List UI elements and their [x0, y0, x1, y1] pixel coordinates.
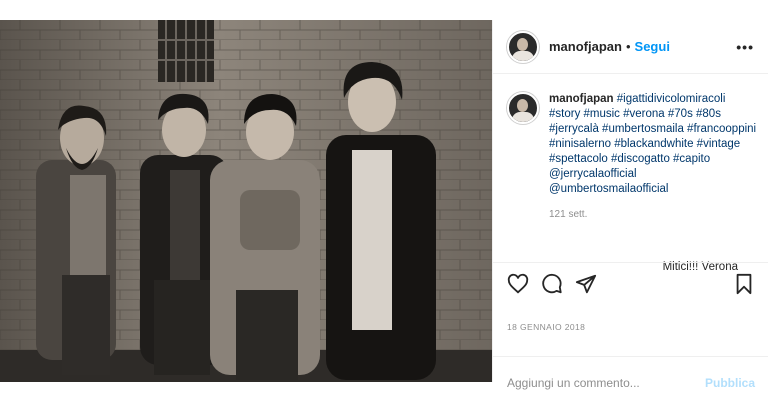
post-header: manofjapan • Segui ••• — [493, 20, 768, 74]
avatar[interactable] — [507, 30, 539, 63]
instagram-post: manofjapan • Segui ••• manofjapan #igatt… — [0, 0, 768, 400]
caption-avatar[interactable] — [507, 92, 539, 124]
caption: manofjapan #igattidivicolomiracoli #stor… — [507, 92, 757, 222]
bookmark-icon[interactable] — [733, 273, 755, 295]
publish-button[interactable]: Pubblica — [705, 376, 755, 390]
more-options-icon[interactable]: ••• — [736, 39, 754, 55]
caption-hashtags[interactable]: #igattidivicolomiracoli #story #music #v… — [549, 93, 756, 195]
caption-username[interactable]: manofjapan — [549, 93, 614, 105]
username-link[interactable]: manofjapan — [549, 39, 622, 54]
caption-text-block: manofjapan #igattidivicolomiracoli #stor… — [549, 92, 757, 222]
comment-input[interactable]: Aggiungi un commento... — [507, 376, 640, 390]
separator-dot: • — [625, 39, 631, 54]
band-photo-illustration — [0, 20, 492, 382]
comment-icon[interactable] — [541, 273, 563, 295]
share-icon[interactable] — [575, 273, 597, 295]
caption-timestamp: 121 sett. — [549, 209, 588, 220]
post-date[interactable]: 18 GENNAIO 2018 — [507, 322, 585, 332]
add-comment-bar: Aggiungi un commento... Pubblica — [493, 356, 768, 396]
post-sidebar: manofjapan • Segui ••• manofjapan #igatt… — [492, 20, 768, 390]
post-actions — [493, 262, 768, 297]
heart-icon[interactable] — [507, 273, 529, 295]
follow-button[interactable]: Segui — [635, 39, 670, 54]
post-photo[interactable] — [0, 20, 492, 382]
